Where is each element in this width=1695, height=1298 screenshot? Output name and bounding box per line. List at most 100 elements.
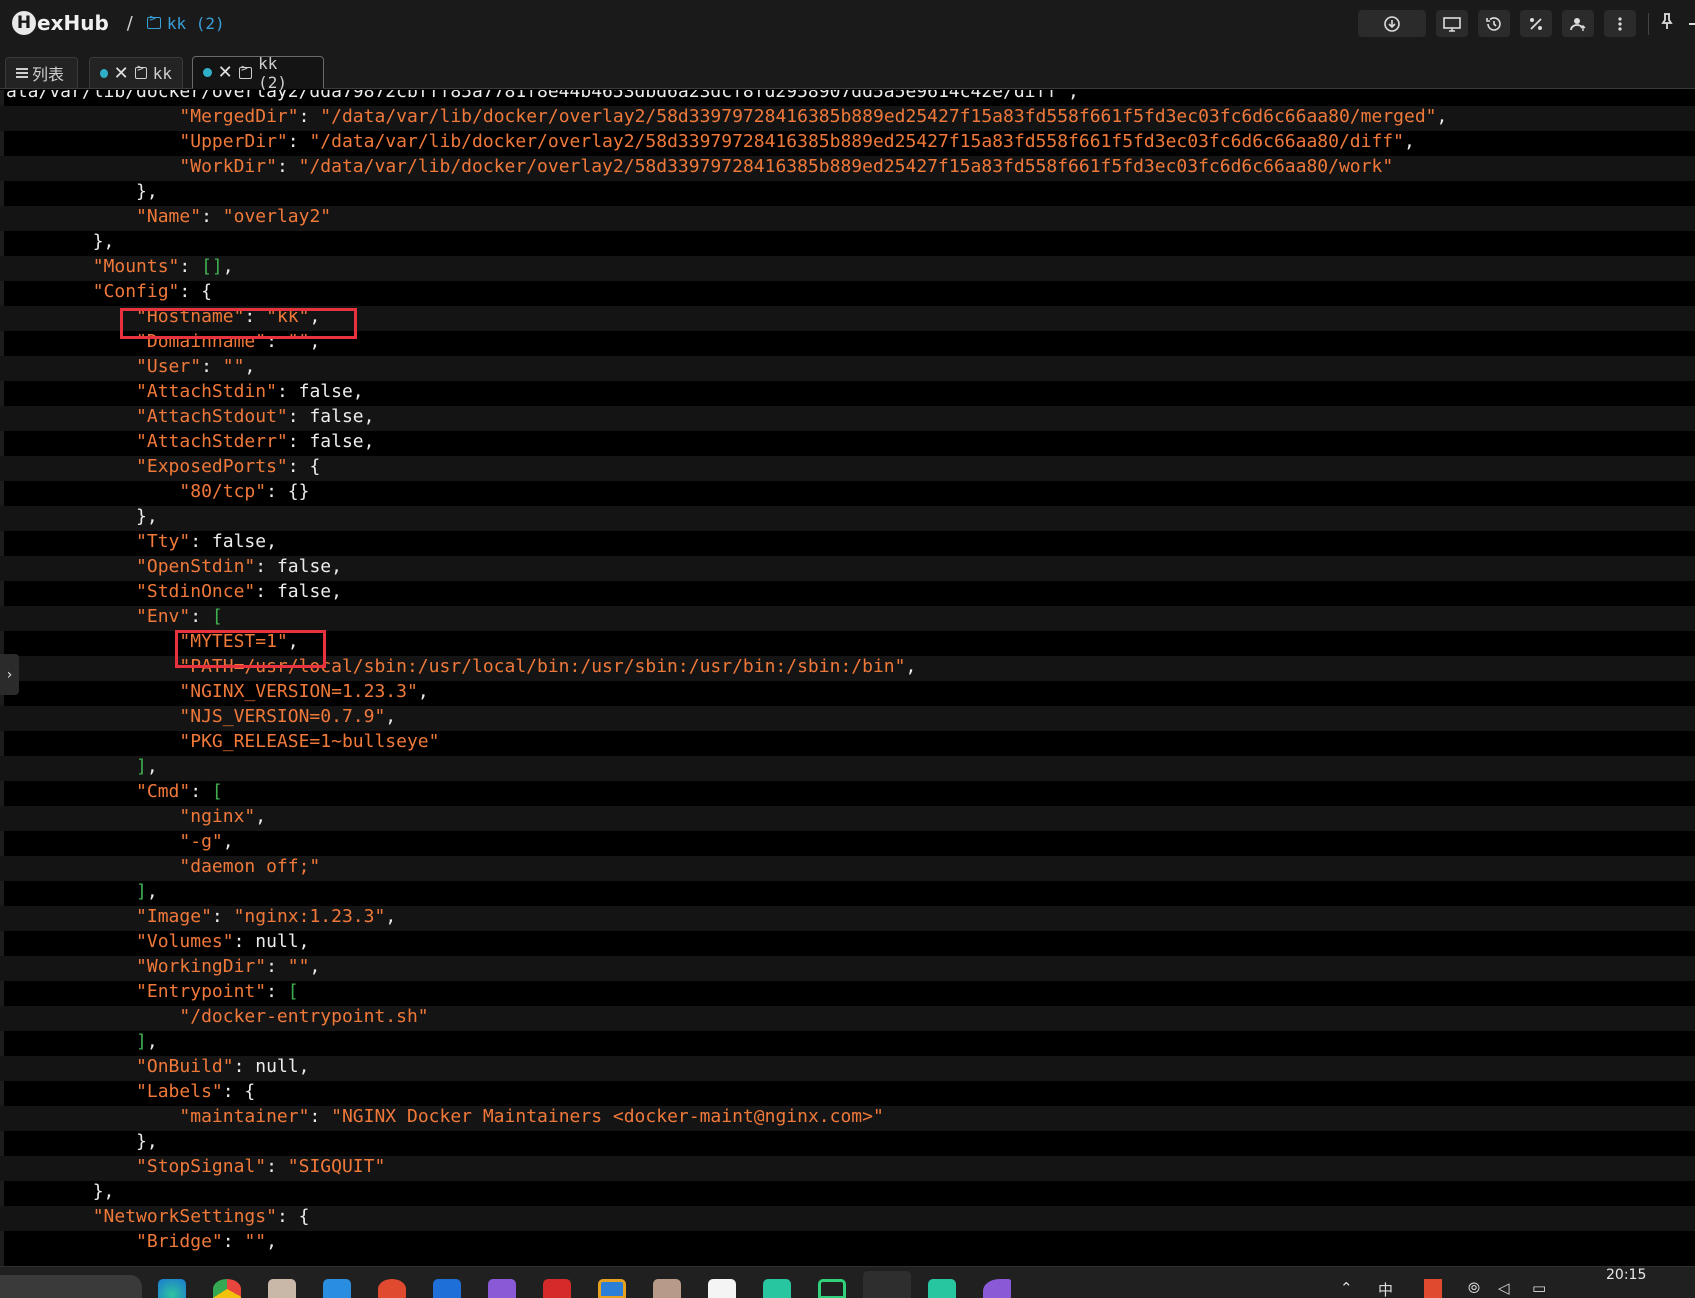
terminal-token: "/data/var/lib/docker/overlay2/58d339797… xyxy=(298,156,1394,177)
terminal-token: : { xyxy=(276,1206,310,1227)
wps-icon[interactable] xyxy=(543,1279,571,1298)
terminal-token: [ xyxy=(211,781,223,802)
terminal-output[interactable]: ata/var/lib/docker/overlay2/dda79872cbff… xyxy=(0,90,1695,1266)
terminal-line: "AttachStderr": false, xyxy=(6,431,374,456)
terminal-token: "OnBuild" xyxy=(136,1056,234,1077)
terminal-line: "Env": [ xyxy=(0,606,1695,631)
edge-icon[interactable] xyxy=(158,1279,186,1298)
hexhub-app-icon[interactable] xyxy=(863,1271,911,1298)
html-app-tray-icon[interactable] xyxy=(1424,1279,1442,1298)
terminal-token: : xyxy=(211,906,234,927)
app-logo[interactable]: H exHub xyxy=(12,11,109,35)
anime-app-icon[interactable] xyxy=(653,1279,681,1298)
terminal-token: , xyxy=(244,356,256,377)
terminal-token: "80/tcp" xyxy=(179,481,267,502)
visual-studio-icon[interactable] xyxy=(488,1279,516,1298)
terminal-token: , xyxy=(385,906,397,927)
clock-time[interactable]: 20:15 xyxy=(1606,1267,1646,1283)
breadcrumb-separator: / xyxy=(126,12,133,34)
terminal-token: : {} xyxy=(266,481,310,502)
tab-label: 列表 xyxy=(32,65,65,84)
sidebar-expand-button[interactable]: › xyxy=(0,654,19,695)
terminal-token: "/docker-entrypoint.sh" xyxy=(179,1006,429,1027)
terminal-token: : xyxy=(201,206,223,227)
terminal-token: : xyxy=(222,1231,245,1252)
terminal-line: "OnBuild": null, xyxy=(0,1056,1695,1081)
terminal-token: "NGINX_VERSION=1.23.3" xyxy=(179,681,418,702)
terminal-token: , xyxy=(385,706,397,727)
feather-app-icon[interactable] xyxy=(983,1279,1011,1298)
terminal-token: : { xyxy=(179,281,212,302)
share-user-button[interactable] xyxy=(1562,10,1594,37)
terminal-app-icon[interactable] xyxy=(818,1279,846,1298)
more-button[interactable] xyxy=(1604,10,1636,37)
terminal-line: "AttachStdout": false, xyxy=(0,406,1695,431)
download-button[interactable] xyxy=(1358,10,1426,37)
terminal-token: "maintainer" xyxy=(179,1106,310,1127)
terminal-line: "-g", xyxy=(6,831,234,856)
list-icon xyxy=(16,68,28,78)
terminal-line: "UpperDir": "/data/var/lib/docker/overla… xyxy=(6,131,1414,156)
ime-indicator[interactable]: 中 xyxy=(1378,1279,1393,1298)
terminal-token: , xyxy=(222,831,234,852)
chrome-icon[interactable] xyxy=(213,1279,241,1298)
history-button[interactable] xyxy=(1478,10,1510,37)
terminal-token: : xyxy=(266,1156,288,1177)
terminal-line: "nginx", xyxy=(0,806,1695,831)
terminal-line: "maintainer": "NGINX Docker Maintainers … xyxy=(0,1106,1695,1131)
close-icon[interactable]: ✕ xyxy=(114,63,129,84)
git-icon[interactable] xyxy=(378,1279,406,1298)
terminal-token: }, xyxy=(6,1131,158,1152)
terminal-token: "Env" xyxy=(136,606,191,627)
breadcrumb-current[interactable]: kk (2) xyxy=(146,14,225,33)
avatar-app-icon[interactable] xyxy=(268,1279,296,1298)
tab-list[interactable]: 列表 xyxy=(5,57,78,88)
connected-dot-icon xyxy=(203,68,212,77)
terminal-token: : false, xyxy=(190,531,277,552)
terminal-token: "" xyxy=(222,356,245,377)
terminal-token: "Volumes" xyxy=(136,931,234,952)
window-edge-handle[interactable] xyxy=(1689,22,1695,25)
tab-kk[interactable]: ✕ kk xyxy=(89,57,183,88)
terminal-token: , xyxy=(417,681,429,702)
tray-chevron-up-icon[interactable]: ⌃ xyxy=(1340,1279,1353,1297)
tab-label: kk xyxy=(152,63,172,83)
discount-button[interactable] xyxy=(1520,10,1552,37)
terminal-token: : xyxy=(266,956,288,977)
pycharm-icon[interactable] xyxy=(708,1279,736,1298)
tool-app-icon[interactable] xyxy=(598,1279,626,1298)
terminal-line: "80/tcp": {} xyxy=(6,481,309,506)
bird-app-icon[interactable] xyxy=(433,1279,461,1298)
volume-icon[interactable]: ◁ xyxy=(1498,1279,1510,1297)
taskbar-search[interactable] xyxy=(0,1275,142,1298)
screen-button[interactable] xyxy=(1436,10,1468,37)
fit-app-icon[interactable] xyxy=(763,1279,791,1298)
terminal-token: : { xyxy=(222,1081,256,1102)
terminal-line: "AttachStdin": false, xyxy=(6,381,364,406)
terminal-line: "StdinOnce": false, xyxy=(6,581,342,606)
tab-kk-2[interactable]: ✕ kk (2) xyxy=(192,54,324,92)
toolbar-divider xyxy=(1648,12,1649,35)
connected-dot-icon xyxy=(100,68,108,78)
wifi-icon[interactable]: ⦾ xyxy=(1468,1279,1480,1297)
battery-icon[interactable]: ▭ xyxy=(1532,1279,1546,1297)
vscode-icon[interactable] xyxy=(323,1279,351,1298)
terminal-token: "Bridge" xyxy=(136,1231,223,1252)
close-icon[interactable]: ✕ xyxy=(218,62,233,83)
terminal-token: "Entrypoint" xyxy=(136,981,267,1002)
pin-button[interactable] xyxy=(1659,12,1675,35)
more-vertical-icon xyxy=(1618,16,1622,31)
fit2-app-icon[interactable] xyxy=(928,1279,956,1298)
terminal-line: "StopSignal": "SIGQUIT" xyxy=(0,1156,1695,1181)
